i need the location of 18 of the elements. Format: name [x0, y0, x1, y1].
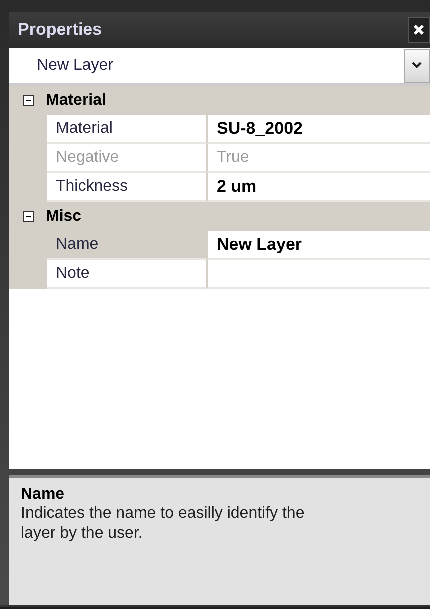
object-dropdown[interactable]: New Layer	[9, 48, 430, 86]
category-name: Material	[46, 92, 106, 110]
close-icon	[413, 24, 425, 36]
property-name[interactable]: Thickness	[47, 173, 208, 202]
property-name[interactable]: Note	[47, 260, 208, 289]
property-name[interactable]: Material	[47, 115, 208, 144]
caret-icon	[412, 62, 422, 69]
property-value[interactable]: New Layer	[208, 231, 430, 260]
description-title: Name	[21, 486, 66, 504]
dropdown-button[interactable]	[404, 48, 430, 82]
collapse-icon[interactable]	[23, 211, 34, 222]
collapse-icon[interactable]	[23, 95, 34, 106]
close-button[interactable]	[408, 17, 430, 43]
property-value[interactable]: 2 um	[208, 173, 430, 202]
panel-title: Properties	[17, 20, 102, 40]
category-name: Misc	[46, 208, 82, 226]
description-text: Indicates the name to easilly identify the layer by the user.	[21, 504, 306, 544]
property-value[interactable]: SU-8_2002	[208, 115, 430, 144]
